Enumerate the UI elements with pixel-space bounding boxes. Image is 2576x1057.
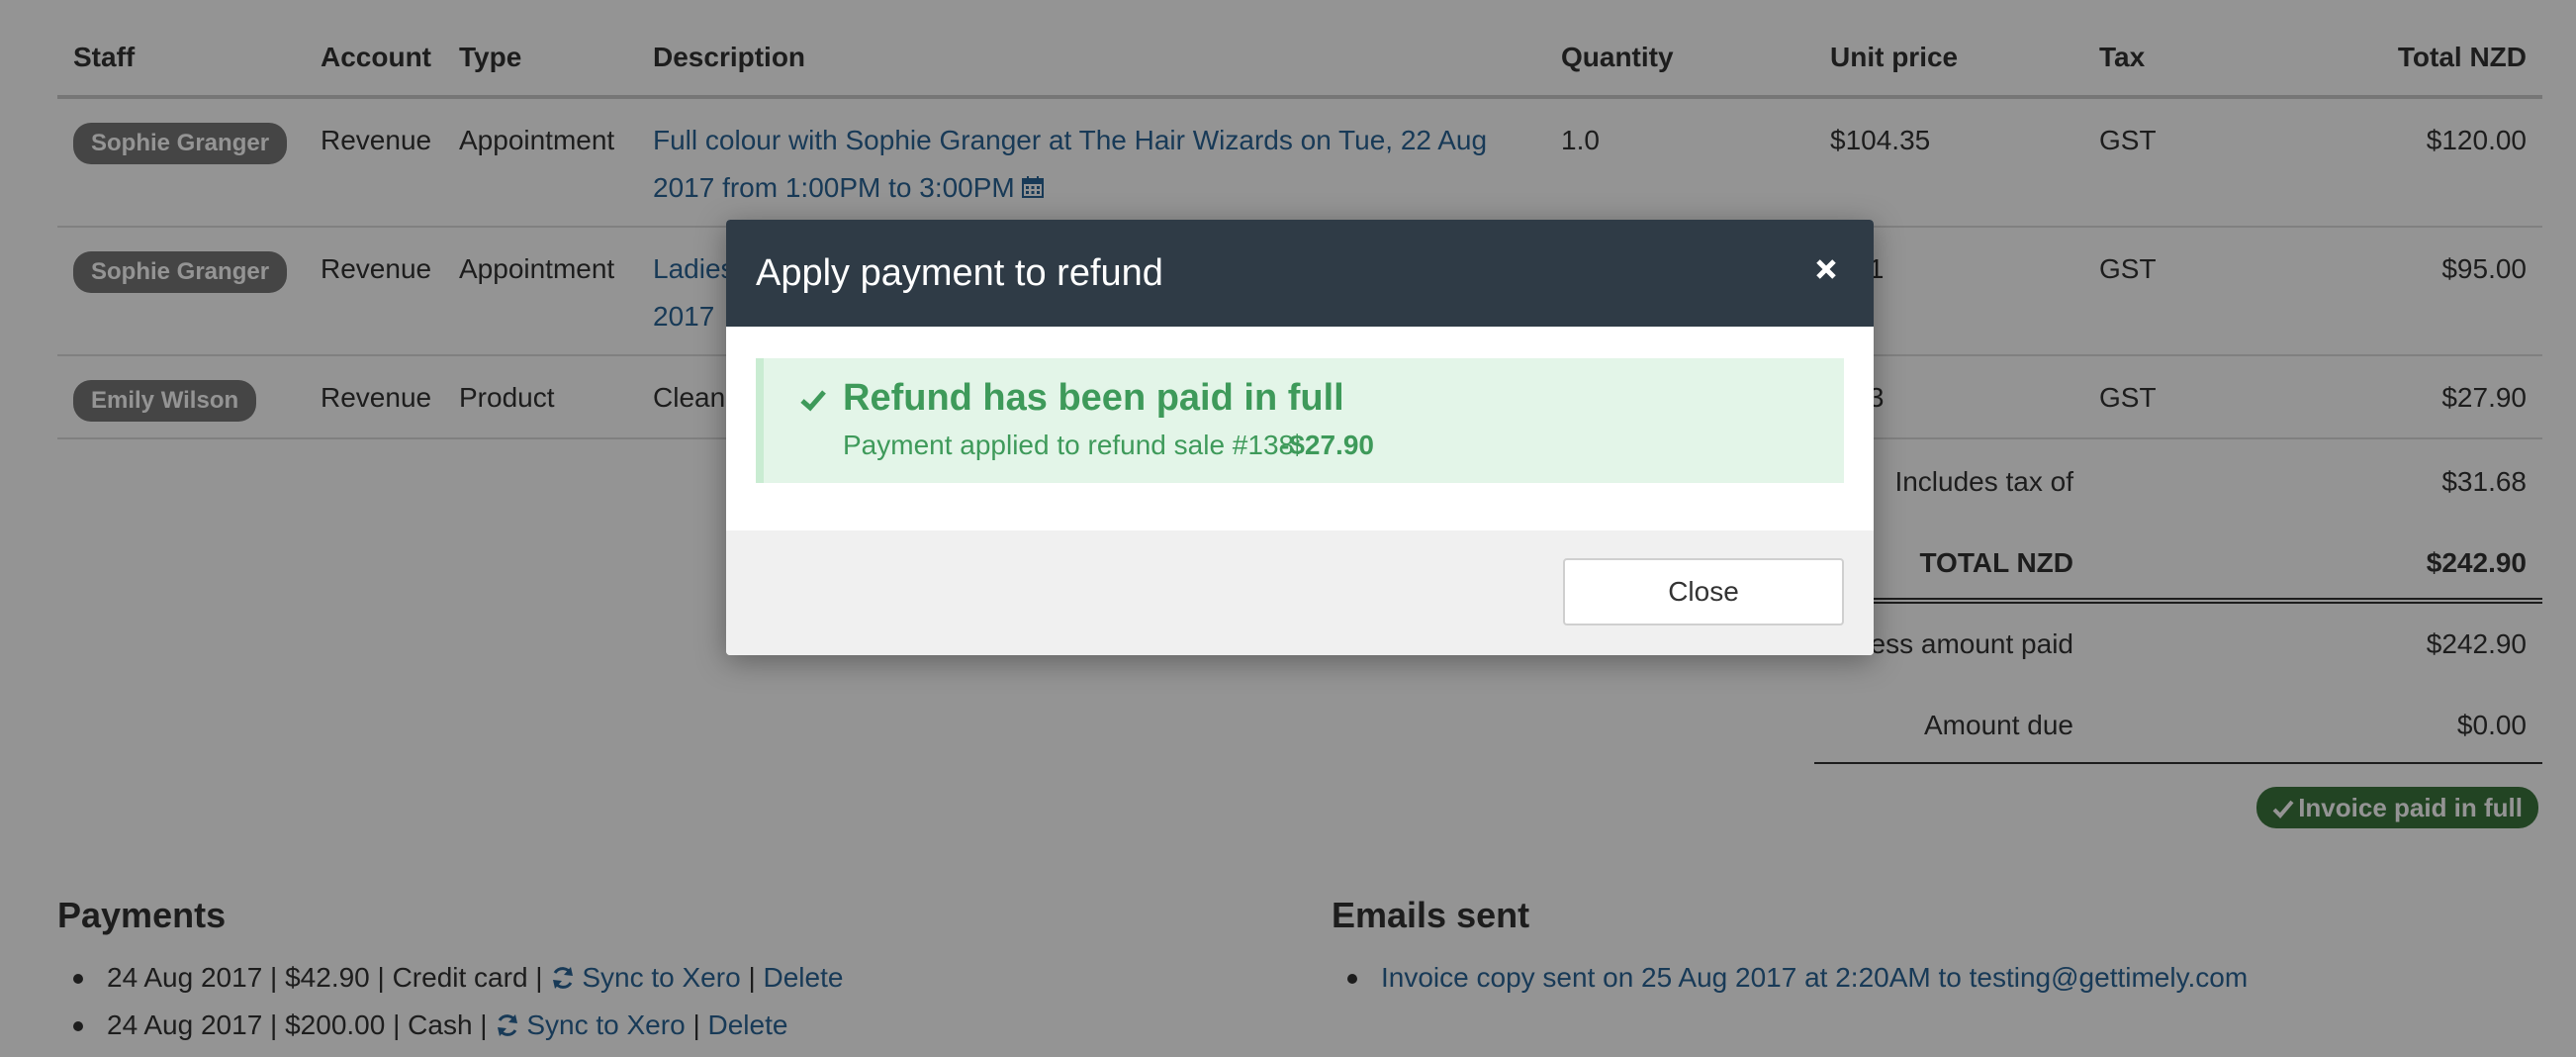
apply-payment-modal: Apply payment to refund Refund has been … — [726, 220, 1874, 655]
alert-amount: -$27.90 — [1280, 430, 1374, 460]
success-alert: Refund has been paid in full Payment app… — [756, 358, 1844, 483]
modal-header: Apply payment to refund — [726, 220, 1874, 327]
alert-text: Payment applied to refund sale #138: — [843, 430, 1302, 460]
close-icon[interactable] — [1806, 249, 1846, 289]
check-icon — [800, 390, 826, 412]
close-button[interactable]: Close — [1563, 558, 1844, 625]
modal-title: Apply payment to refund — [756, 252, 1163, 294]
modal-body: Refund has been paid in full Payment app… — [726, 327, 1874, 552]
modal-footer: Close — [726, 530, 1874, 655]
alert-title: Refund has been paid in full — [843, 377, 1344, 419]
